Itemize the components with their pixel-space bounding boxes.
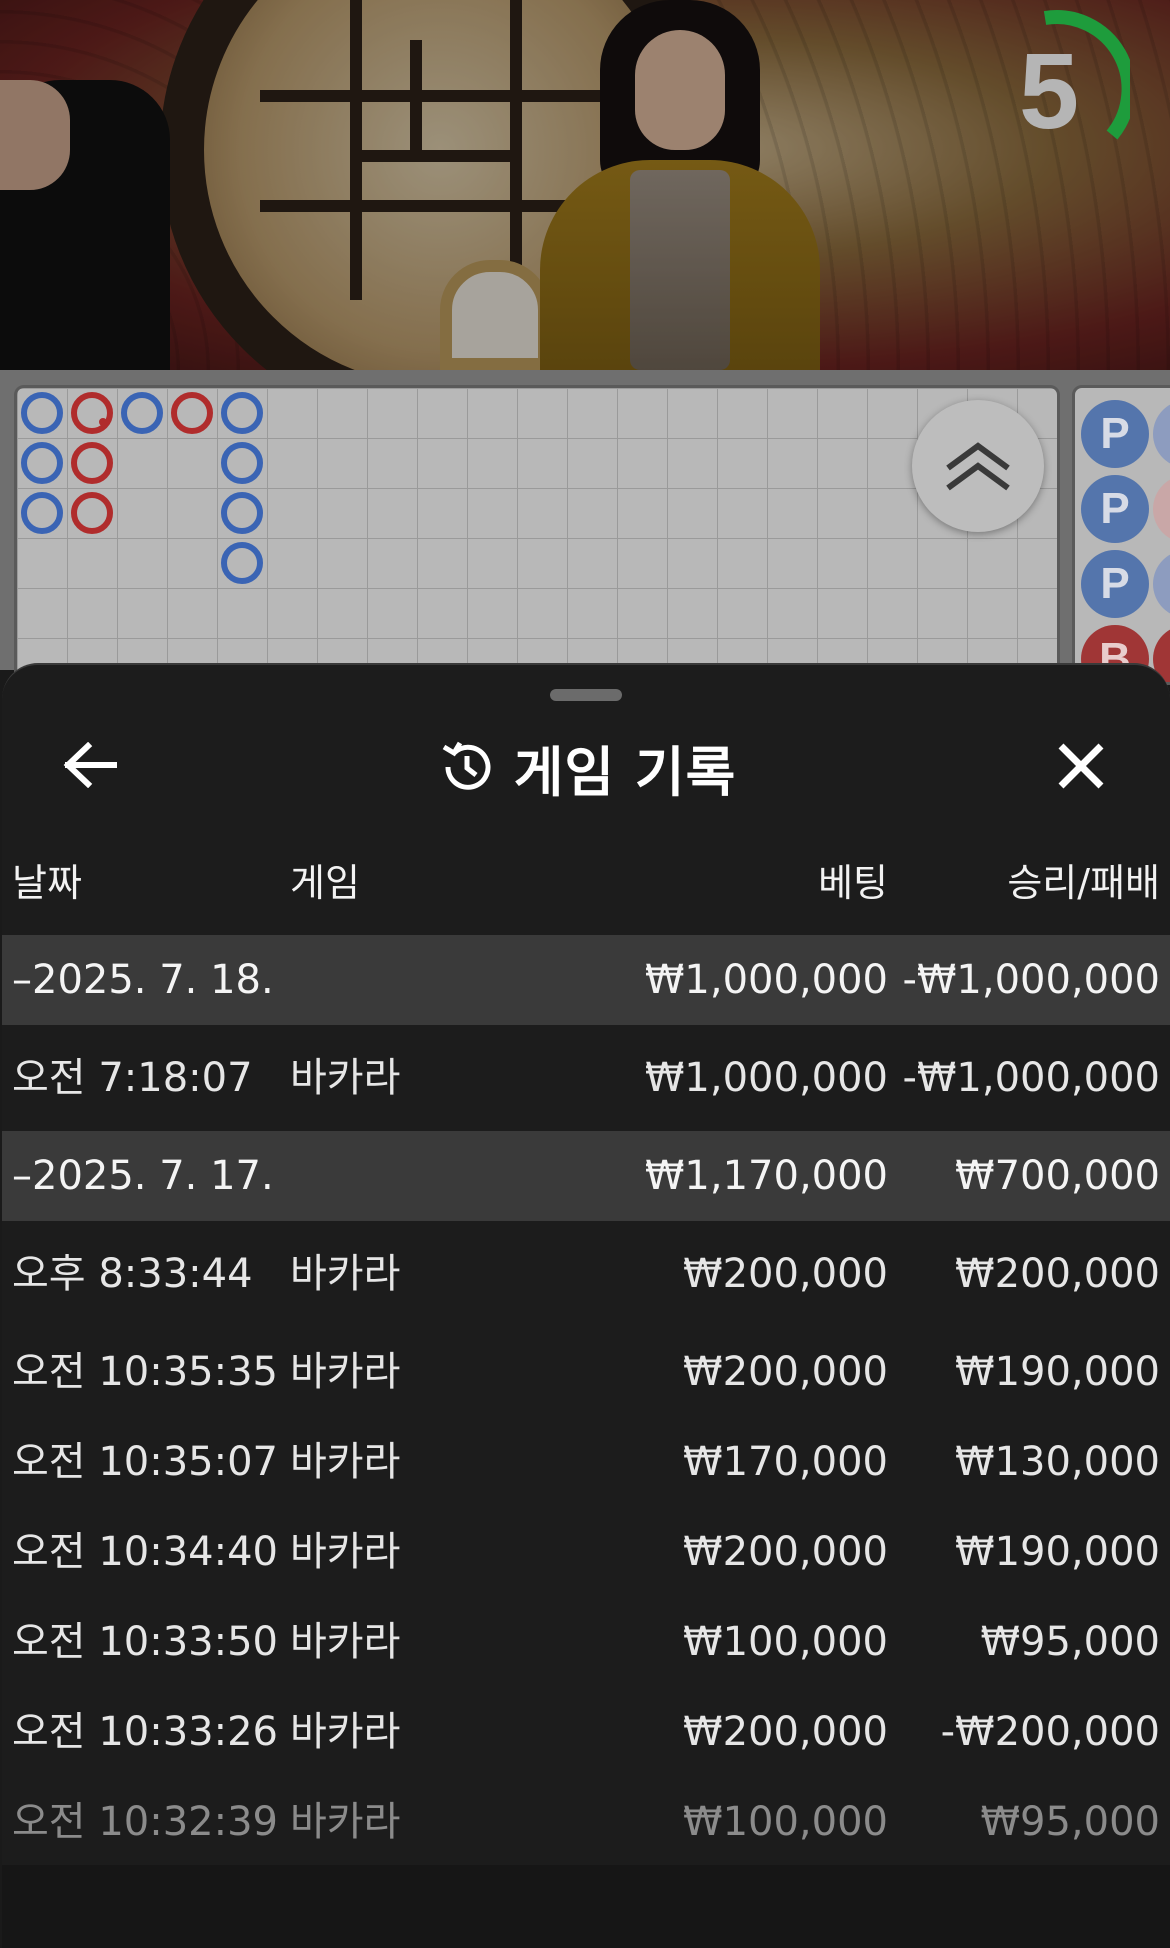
sheet-drag-handle[interactable] xyxy=(550,689,622,701)
close-icon xyxy=(1058,743,1104,789)
row-time: 오전 10:35:07 xyxy=(12,1439,278,1485)
row-bet: ₩200,000 xyxy=(683,1529,888,1575)
sheet-title: 게임 기록 xyxy=(513,740,737,804)
group-bet-total: ₩1,000,000 xyxy=(644,957,888,1003)
row-game: 바카라 xyxy=(290,1439,401,1485)
history-row[interactable]: 오전 10:33:26 바카라 ₩200,000 -₩200,000 xyxy=(2,1687,1170,1777)
player-chip: P xyxy=(1081,475,1149,543)
column-header-game: 게임 xyxy=(290,861,360,905)
player-ring xyxy=(121,392,163,434)
big-road-grid[interactable] xyxy=(14,385,1060,685)
player-ring xyxy=(21,492,63,534)
player-ring xyxy=(221,442,263,484)
row-game: 바카라 xyxy=(290,1709,401,1755)
row-time: 오전 10:33:26 xyxy=(12,1709,278,1755)
row-game: 바카라 xyxy=(290,1799,401,1845)
history-row[interactable]: 오전 10:33:50 바카라 ₩100,000 ₩95,000 xyxy=(2,1597,1170,1687)
player-ring xyxy=(221,542,263,584)
row-bet: ₩1,000,000 xyxy=(644,1055,888,1101)
row-bet: ₩170,000 xyxy=(683,1439,888,1485)
chip-peek xyxy=(1153,400,1170,468)
group-date: –2025. 7. 17. xyxy=(12,1153,274,1199)
row-time: 오전 10:32:39 xyxy=(12,1799,278,1845)
sheet-footer xyxy=(2,1865,1170,1948)
row-time: 오전 7:18:07 xyxy=(12,1055,253,1101)
double-chevron-up-icon xyxy=(946,442,1010,491)
row-winloss: ₩190,000 xyxy=(955,1529,1160,1575)
group-winloss-total: ₩700,000 xyxy=(955,1153,1160,1199)
countdown-timer: 5 xyxy=(960,5,1136,175)
row-bet: ₩200,000 xyxy=(683,1251,888,1297)
row-bet: ₩100,000 xyxy=(683,1799,888,1845)
banker-ring xyxy=(71,392,113,434)
row-winloss: ₩200,000 xyxy=(955,1251,1160,1297)
game-history-sheet: 게임 기록 날짜 게임 베팅 승리/패배 –2025. 7. 18. ₩1,00… xyxy=(2,663,1170,1948)
row-winloss: ₩95,000 xyxy=(980,1619,1160,1665)
live-video-feed: 5 xyxy=(0,0,1170,370)
sheet-header: 게임 기록 xyxy=(2,727,1170,807)
date-group-row[interactable]: –2025. 7. 17. ₩1,170,000 ₩700,000 xyxy=(2,1131,1170,1221)
history-row[interactable]: 오후 8:33:44 바카라 ₩200,000 ₩200,000 xyxy=(2,1221,1170,1327)
row-winloss: -₩1,000,000 xyxy=(902,1055,1160,1101)
column-header-winloss: 승리/패배 xyxy=(1007,861,1160,905)
history-list: –2025. 7. 18. ₩1,000,000 -₩1,000,000 오전 … xyxy=(2,935,1170,1867)
bead-plate-road[interactable]: PPPB xyxy=(1072,385,1170,685)
row-game: 바카라 xyxy=(290,1349,401,1395)
date-group-row[interactable]: –2025. 7. 18. ₩1,000,000 -₩1,000,000 xyxy=(2,935,1170,1025)
player-ring xyxy=(21,442,63,484)
chip-peek xyxy=(1153,475,1170,543)
player-ring xyxy=(21,392,63,434)
column-header-bet: 베팅 xyxy=(818,861,888,905)
row-game: 바카라 xyxy=(290,1251,401,1297)
countdown-number: 5 xyxy=(1018,29,1080,151)
row-game: 바카라 xyxy=(290,1529,401,1575)
group-bet-total: ₩1,170,000 xyxy=(644,1153,888,1199)
history-row[interactable]: 오전 7:18:07 바카라 ₩1,000,000 -₩1,000,000 xyxy=(2,1025,1170,1131)
row-bet: ₩200,000 xyxy=(683,1709,888,1755)
row-game: 바카라 xyxy=(290,1619,401,1665)
history-row[interactable]: 오전 10:32:39 바카라 ₩100,000 ₩95,000 xyxy=(2,1777,1170,1867)
banker-ring xyxy=(71,492,113,534)
row-bet: ₩100,000 xyxy=(683,1619,888,1665)
row-winloss: ₩130,000 xyxy=(955,1439,1160,1485)
history-row[interactable]: 오전 10:35:07 바카라 ₩170,000 ₩130,000 xyxy=(2,1417,1170,1507)
row-game: 바카라 xyxy=(290,1055,401,1101)
row-bet: ₩200,000 xyxy=(683,1349,888,1395)
history-icon xyxy=(442,741,491,790)
player-ring xyxy=(221,492,263,534)
chip-peek xyxy=(1153,550,1170,618)
row-winloss: ₩95,000 xyxy=(980,1799,1160,1845)
row-time: 오후 8:33:44 xyxy=(12,1251,253,1297)
group-winloss-total: -₩1,000,000 xyxy=(902,957,1160,1003)
column-header-date: 날짜 xyxy=(12,861,82,905)
row-winloss: -₩200,000 xyxy=(940,1709,1160,1755)
row-time: 오전 10:33:50 xyxy=(12,1619,278,1665)
banker-ring xyxy=(71,442,113,484)
history-row[interactable]: 오전 10:34:40 바카라 ₩200,000 ₩190,000 xyxy=(2,1507,1170,1597)
row-time: 오전 10:34:40 xyxy=(12,1529,278,1575)
tie-marker xyxy=(99,418,107,426)
player-chip: P xyxy=(1081,550,1149,618)
close-button[interactable] xyxy=(1050,735,1112,797)
history-row[interactable]: 오전 10:35:35 바카라 ₩200,000 ₩190,000 xyxy=(2,1327,1170,1417)
player-chip: P xyxy=(1081,400,1149,468)
expand-roadmap-button[interactable] xyxy=(912,400,1044,532)
player-ring xyxy=(221,392,263,434)
group-date: –2025. 7. 18. xyxy=(12,957,274,1003)
row-winloss: ₩190,000 xyxy=(955,1349,1160,1395)
banker-ring xyxy=(171,392,213,434)
row-time: 오전 10:35:35 xyxy=(12,1349,278,1395)
